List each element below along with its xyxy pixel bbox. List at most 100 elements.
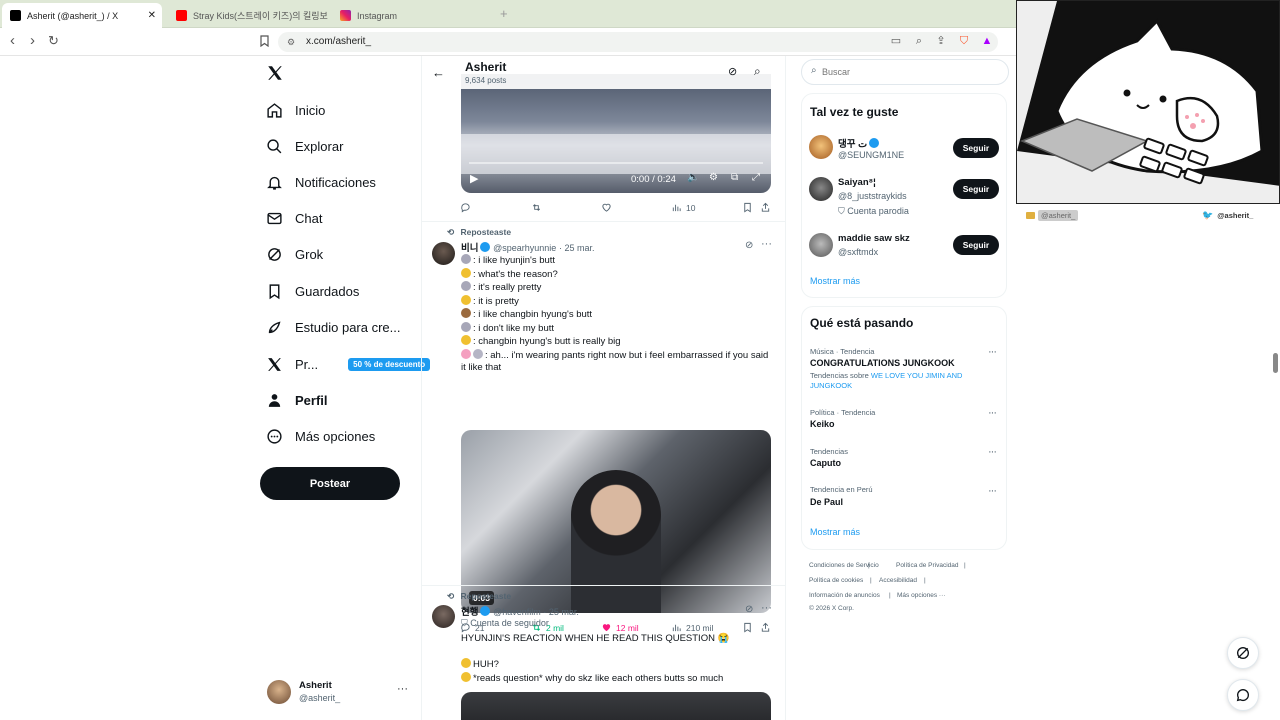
footer-link[interactable]: Información de anuncios (809, 592, 880, 599)
author-avatar[interactable] (432, 242, 455, 265)
suggested-user-handle[interactable]: @sxftmdx (838, 247, 878, 257)
zoom-icon[interactable]: ⌕ (913, 35, 925, 47)
brave-shield-icon[interactable]: ⛉ (958, 35, 970, 47)
tweet-more-icon[interactable]: ··· (761, 602, 772, 614)
home-icon (267, 102, 282, 118)
search-input[interactable] (822, 64, 1002, 80)
show-more-follow-link[interactable]: Mostrar más (810, 276, 860, 286)
tweet-date[interactable]: · 25 mar. (559, 243, 595, 253)
nav-creator-studio[interactable]: Estudio para cre... (266, 312, 401, 342)
trend-name[interactable]: De Paul (810, 497, 843, 507)
trend-more-icon[interactable]: ··· (988, 407, 997, 419)
nav-bookmarks[interactable]: Guardados (266, 276, 359, 306)
tweet-line: : it is pretty (461, 294, 773, 309)
reload-icon[interactable]: ↻ (48, 33, 59, 49)
tweet-card[interactable]: ⟲ Reposteaste 비니 @spearhyunnie · 25 mar.… (422, 222, 785, 633)
footer-link[interactable]: Accesibilidad (879, 577, 917, 584)
volume-icon[interactable]: 🔈 (687, 172, 699, 183)
grok-header-icon[interactable]: ⊘ (728, 65, 737, 78)
footer-link[interactable]: Política de Privacidad (896, 562, 959, 569)
tweet-more-icon[interactable]: ··· (761, 238, 772, 250)
nav-grok[interactable]: Grok (266, 239, 323, 269)
like-button[interactable] (601, 202, 612, 213)
suggested-user-handle[interactable]: @SEUNGM1NE (838, 150, 904, 160)
author-handle[interactable]: @spearhyunnie (493, 243, 556, 253)
search-box[interactable]: ⌕ (801, 59, 1009, 85)
nav-profile[interactable]: Perfil (266, 385, 328, 415)
cast-icon[interactable]: ▭ (890, 35, 902, 47)
tweet-date[interactable]: · 25 mar. (543, 607, 579, 617)
suggested-user-name[interactable]: Saiyan⁸¦ (838, 177, 876, 188)
tab-youtube[interactable]: Stray Kids(스트레이 키즈)의 킬링보이스... (168, 3, 328, 28)
messages-floating-button[interactable] (1227, 679, 1259, 711)
nav-home[interactable]: Inicio (266, 95, 325, 125)
author-avatar[interactable] (432, 605, 455, 628)
footer-link[interactable]: Más opciones ··· (897, 592, 945, 599)
reply-button[interactable] (460, 202, 471, 213)
video-progress-bar[interactable] (469, 162, 763, 164)
tweet-line: *reads question* why do skz like each ot… (461, 671, 773, 686)
follow-button[interactable]: Seguir (953, 138, 999, 158)
tweet-video[interactable] (461, 692, 771, 720)
share-button[interactable] (760, 202, 771, 213)
trend-more-icon[interactable]: ··· (988, 346, 997, 358)
user-avatar[interactable] (809, 177, 833, 201)
search-icon (267, 138, 282, 153)
user-avatar[interactable] (809, 135, 833, 159)
copyright: © 2026 X Corp. (809, 605, 854, 612)
trend-more-icon[interactable]: ··· (988, 446, 997, 458)
show-more-trends-link[interactable]: Mostrar más (810, 527, 860, 537)
tab-close-icon[interactable]: ✕ (148, 10, 156, 21)
tweet-card[interactable]: ⟲ Reposteaste 현행 @havenfilm · 25 mar. ⊘ … (422, 586, 785, 720)
author-handle[interactable]: @havenfilm (493, 607, 541, 617)
trend-name[interactable]: Keiko (810, 419, 835, 429)
nav-notifications[interactable]: Notificaciones (266, 167, 376, 197)
follow-button[interactable]: Seguir (953, 235, 999, 255)
x-logo-icon[interactable] (266, 64, 284, 87)
trend-name[interactable]: Caputo (810, 458, 841, 468)
video-player[interactable]: ▶ 0:00 / 0:24 🔈 ⚙ ⧉ ⤢ (461, 74, 771, 193)
back-icon[interactable]: ‹ (10, 33, 15, 49)
suggested-user-handle[interactable]: @8_juststraykids (838, 191, 907, 201)
author-name[interactable]: 비니 (461, 243, 478, 254)
settings-icon[interactable]: ⚙ (709, 172, 718, 183)
account-menu-icon[interactable]: ··· (397, 683, 408, 695)
forward-icon[interactable]: › (30, 33, 35, 49)
trend-name[interactable]: CONGRATULATIONS JUNGKOOK (810, 358, 955, 368)
site-info-icon[interactable]: ⚙ (287, 32, 295, 52)
share-icon[interactable]: ⇪ (935, 35, 947, 47)
search-header-icon[interactable]: ⌕ (754, 64, 761, 79)
suggested-user-name[interactable]: maddie saw skz (838, 233, 910, 244)
brave-rewards-icon[interactable]: ▲ (981, 35, 993, 47)
grok-explain-icon[interactable]: ⊘ (745, 240, 753, 251)
tab-instagram[interactable]: Instagram (332, 3, 492, 28)
fullscreen-icon[interactable]: ⤢ (752, 172, 760, 183)
account-switcher[interactable]: Asherit @asherit_ ··· (262, 676, 412, 710)
trend-more-icon[interactable]: ··· (988, 485, 997, 497)
repost-button[interactable] (531, 202, 542, 213)
new-tab-icon[interactable]: + (500, 6, 508, 21)
views-button[interactable]: 10 (671, 202, 695, 213)
grok-floating-button[interactable] (1227, 637, 1259, 669)
grok-explain-icon[interactable]: ⊘ (745, 604, 753, 615)
pip-icon[interactable]: ⧉ (731, 172, 738, 183)
page-scrollbar[interactable] (1273, 353, 1278, 373)
play-icon[interactable]: ▶ (470, 172, 478, 185)
back-arrow-icon[interactable]: ← (432, 65, 445, 80)
user-avatar[interactable] (809, 233, 833, 257)
tab-x-profile[interactable]: Asherit (@asherit_) / X ✕ (2, 3, 162, 28)
footer-link[interactable]: Política de cookies (809, 577, 863, 584)
emoji-icon (461, 294, 471, 305)
bookmark-button[interactable] (742, 202, 753, 213)
follow-button[interactable]: Seguir (953, 179, 999, 199)
suggested-user-name[interactable]: 댕꾸 ت (838, 136, 880, 150)
nav-chat[interactable]: Chat (266, 203, 322, 233)
author-name[interactable]: 현행 (461, 607, 478, 618)
nav-more-options[interactable]: Más opciones (266, 421, 375, 451)
bookmark-page-icon[interactable] (258, 35, 270, 48)
repost-indicator: ⟲ Reposteaste (447, 591, 511, 602)
nav-explore[interactable]: Explorar (266, 131, 343, 161)
nav-premium[interactable]: Pr... 50 % de descuento (266, 349, 431, 379)
post-button[interactable]: Postear (260, 467, 400, 500)
trend-category: Tendencias (810, 447, 848, 456)
